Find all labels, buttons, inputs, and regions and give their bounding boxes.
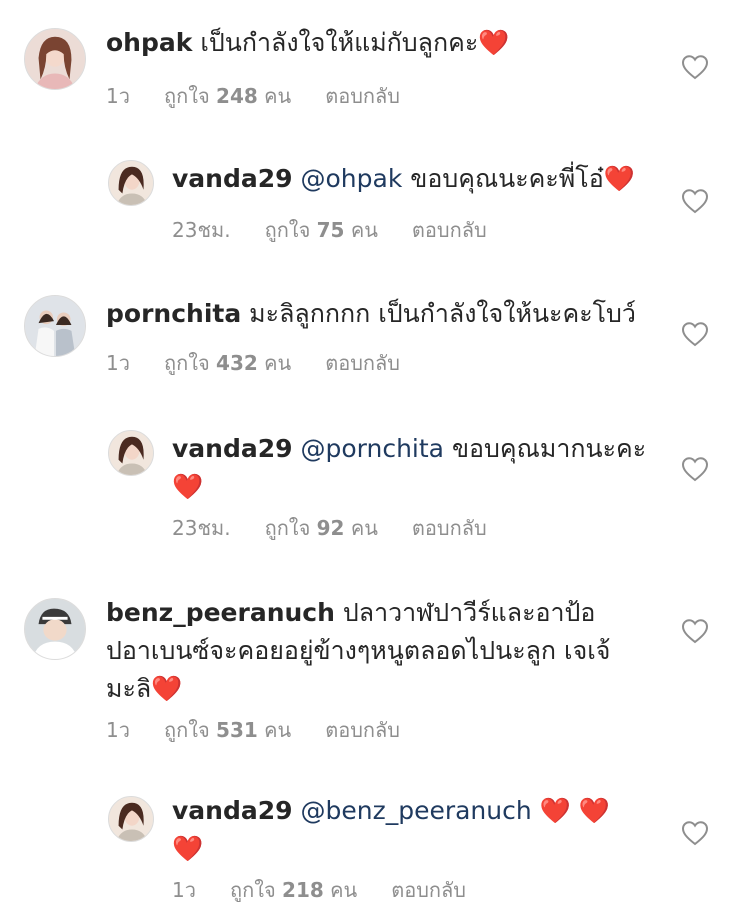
comment-item: benz_peeranuch ปลาวาฬปาวีร์และอาป้อ ปอาเ…: [0, 570, 750, 770]
reply-button[interactable]: ตอบกลับ: [412, 218, 487, 242]
likes-count: 92: [316, 516, 345, 540]
likes-count: 218: [282, 878, 324, 902]
comment-text: ohpak เป็นกำลังใจให้แม่กับลูกคะ❤️: [106, 24, 666, 62]
comment-item: ohpak เป็นกำลังใจให้แม่กับลูกคะ❤️ 1ว ถูกใ…: [0, 0, 750, 130]
comment-time: 1ว: [106, 351, 130, 375]
like-button[interactable]: [681, 188, 709, 214]
reply-button[interactable]: ตอบกลับ: [412, 516, 487, 540]
comment-message-cont: ❤️: [172, 834, 204, 863]
likes-count: 248: [216, 84, 258, 108]
comment-message: ขอบคุณนะคะพี่โอ๋❤️: [410, 164, 635, 193]
avatar-photo-icon: [109, 161, 153, 205]
likes-suffix: คน: [264, 84, 292, 108]
comment-time: 1ว: [106, 84, 130, 108]
avatar[interactable]: [24, 295, 86, 357]
comment-time: 23ชม.: [172, 218, 231, 242]
likes-link[interactable]: ถูกใจ 432 คน: [164, 351, 291, 375]
avatar[interactable]: [24, 598, 86, 660]
comment-message: เป็นกำลังใจให้แม่กับลูกคะ❤️: [200, 28, 510, 57]
heart-outline-icon: [681, 457, 709, 482]
like-button[interactable]: [681, 618, 709, 644]
avatar-photo-icon: [109, 797, 153, 841]
likes-prefix: ถูกใจ: [163, 84, 210, 108]
comment-meta: 1ว ถูกใจ 248 คน ตอบกลับ: [106, 80, 434, 112]
likes-link[interactable]: ถูกใจ 92 คน: [265, 516, 378, 540]
likes-suffix: คน: [264, 351, 292, 375]
comment-time: 1ว: [172, 878, 196, 902]
likes-prefix: ถูกใจ: [229, 878, 276, 902]
comment-meta: 1ว ถูกใจ 218 คน ตอบกลับ: [172, 874, 500, 906]
mention-link[interactable]: @pornchita: [300, 434, 444, 463]
reply-comment-item: vanda29 @benz_peeranuch ❤️ ❤️ ❤️ 1ว ถูกใจ…: [0, 770, 750, 911]
likes-link[interactable]: ถูกใจ 75 คน: [265, 218, 378, 242]
comment-message: ❤️ ❤️: [539, 796, 610, 825]
heart-outline-icon: [681, 55, 709, 80]
heart-outline-icon: [681, 821, 709, 846]
heart-outline-icon: [681, 619, 709, 644]
like-button[interactable]: [681, 820, 709, 846]
comment-text: pornchita มะลิลูกกกก เป็นกำลังใจให้นะคะโ…: [106, 295, 666, 333]
reply-button[interactable]: ตอบกลับ: [325, 718, 400, 742]
likes-prefix: ถูกใจ: [264, 516, 311, 540]
like-button[interactable]: [681, 321, 709, 347]
likes-link[interactable]: ถูกใจ 248 คน: [164, 84, 291, 108]
reply-button[interactable]: ตอบกลับ: [325, 84, 400, 108]
comment-text: vanda29 @benz_peeranuch ❤️ ❤️ ❤️: [172, 792, 652, 868]
comment-username[interactable]: ohpak: [106, 28, 192, 57]
likes-count: 432: [216, 351, 258, 375]
comment-meta: 1ว ถูกใจ 432 คน ตอบกลับ: [106, 347, 434, 379]
comment-username[interactable]: benz_peeranuch: [106, 598, 335, 627]
comment-username[interactable]: vanda29: [172, 796, 293, 825]
comment-message: ขอบคุณมากนะคะ: [451, 434, 647, 463]
heart-outline-icon: [681, 189, 709, 214]
likes-prefix: ถูกใจ: [264, 218, 311, 242]
likes-suffix: คน: [330, 878, 358, 902]
comment-message-cont: ปอาเบนซ์จะคอยอยู่ข้างๆหนูตลอดไปนะลูก เจเ…: [106, 636, 611, 665]
likes-suffix: คน: [350, 218, 378, 242]
avatar[interactable]: [24, 28, 86, 90]
likes-suffix: คน: [350, 516, 378, 540]
avatar-photo-icon: [25, 599, 85, 659]
reply-comment-item: vanda29 @pornchita ขอบคุณมากนะคะ ❤️ 23ชม…: [0, 400, 750, 570]
avatar-photo-icon: [109, 431, 153, 475]
comment-meta: 1ว ถูกใจ 531 คน ตอบกลับ: [106, 714, 434, 746]
likes-count: 75: [316, 218, 345, 242]
mention-link[interactable]: @benz_peeranuch: [300, 796, 531, 825]
reply-button[interactable]: ตอบกลับ: [391, 878, 466, 902]
like-button[interactable]: [681, 54, 709, 80]
avatar[interactable]: [108, 796, 154, 842]
likes-count: 531: [216, 718, 258, 742]
comment-time: 23ชม.: [172, 516, 231, 540]
avatar[interactable]: [108, 430, 154, 476]
comment-meta: 23ชม. ถูกใจ 75 คน ตอบกลับ: [172, 214, 521, 246]
comment-text: vanda29 @ohpak ขอบคุณนะคะพี่โอ๋❤️: [172, 160, 652, 198]
heart-outline-icon: [681, 322, 709, 347]
comment-message: มะลิลูกกกก เป็นกำลังใจให้นะคะโบว์: [249, 299, 636, 328]
likes-prefix: ถูกใจ: [163, 351, 210, 375]
comment-message: ปลาวาฬปาวีร์และอาป้อ: [342, 598, 596, 627]
reply-button[interactable]: ตอบกลับ: [325, 351, 400, 375]
comment-username[interactable]: pornchita: [106, 299, 241, 328]
comment-text: vanda29 @pornchita ขอบคุณมากนะคะ ❤️: [172, 430, 652, 506]
comment-username[interactable]: vanda29: [172, 434, 293, 463]
likes-link[interactable]: ถูกใจ 531 คน: [164, 718, 291, 742]
avatar-photo-icon: [25, 296, 85, 356]
likes-suffix: คน: [264, 718, 292, 742]
comment-message-cont: มะลิ❤️: [106, 674, 183, 703]
comment-item: pornchita มะลิลูกกกก เป็นกำลังใจให้นะคะโ…: [0, 265, 750, 400]
comment-message-cont: ❤️: [172, 472, 204, 501]
avatar[interactable]: [108, 160, 154, 206]
comment-text: benz_peeranuch ปลาวาฬปาวีร์และอาป้อ ปอาเ…: [106, 594, 666, 708]
avatar-photo-icon: [25, 29, 85, 89]
reply-comment-item: vanda29 @ohpak ขอบคุณนะคะพี่โอ๋❤️ 23ชม. ถ…: [0, 130, 750, 265]
comment-meta: 23ชม. ถูกใจ 92 คน ตอบกลับ: [172, 512, 521, 544]
like-button[interactable]: [681, 456, 709, 482]
comment-username[interactable]: vanda29: [172, 164, 293, 193]
comment-time: 1ว: [106, 718, 130, 742]
likes-link[interactable]: ถูกใจ 218 คน: [230, 878, 357, 902]
mention-link[interactable]: @ohpak: [300, 164, 402, 193]
likes-prefix: ถูกใจ: [163, 718, 210, 742]
